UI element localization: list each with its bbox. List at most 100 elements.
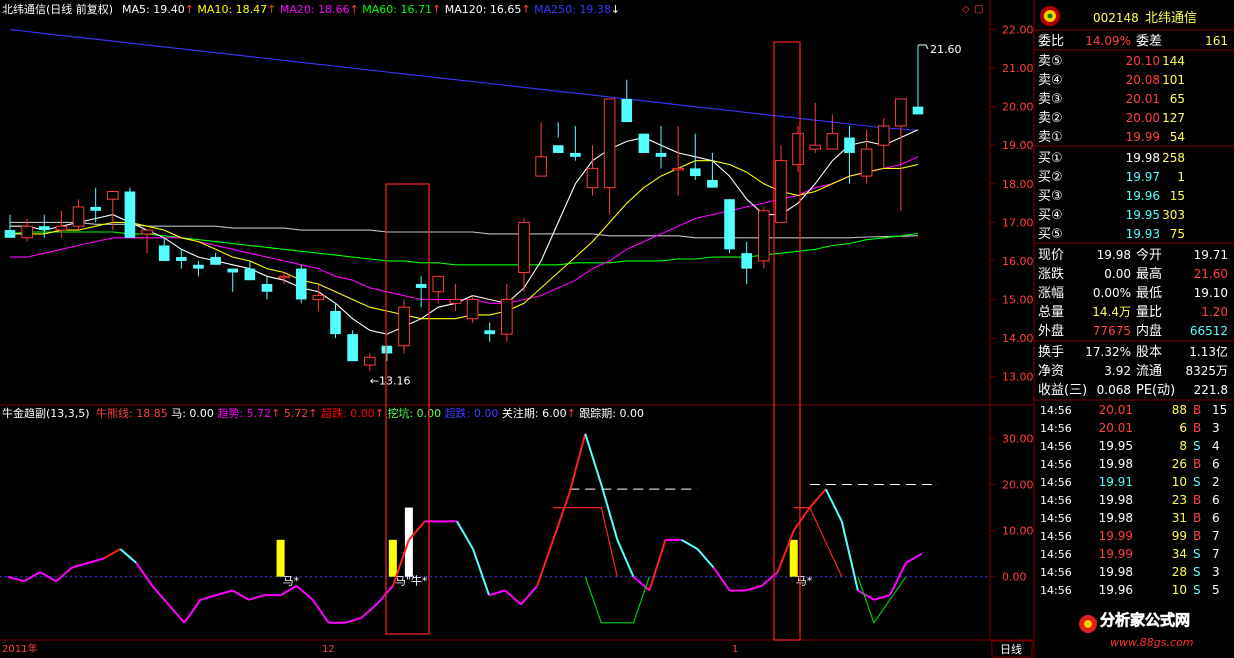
candle-body-up[interactable]: [775, 160, 787, 223]
weibi-value: 14.09%: [1085, 34, 1131, 48]
square-icon[interactable]: □: [974, 4, 983, 15]
candle-body-down[interactable]: [295, 268, 307, 300]
indicator-legend-item: 超跌: 0.00: [318, 406, 375, 420]
candle-body-up[interactable]: [21, 225, 33, 239]
candle-body-up[interactable]: [826, 133, 839, 150]
candle-body-up[interactable]: [106, 191, 119, 200]
candle-body-up[interactable]: [672, 167, 684, 171]
candle-body-up[interactable]: [278, 275, 290, 279]
tick-volume: 10: [1172, 475, 1187, 489]
candle-body-down[interactable]: [724, 199, 735, 250]
candle-body-down[interactable]: [484, 330, 496, 335]
tick-side: B: [1193, 421, 1201, 435]
x-label-month-1: 1: [732, 644, 738, 655]
stat-label: 股本: [1136, 345, 1162, 360]
candle-body-down[interactable]: [381, 345, 393, 354]
candle-body-down[interactable]: [415, 284, 427, 288]
indicator-tick-label: 0.00: [1002, 571, 1027, 584]
stat-label: 最低: [1136, 286, 1162, 301]
candle-body-up[interactable]: [518, 221, 530, 273]
candle-body-down[interactable]: [261, 284, 273, 292]
candle-body-down[interactable]: [707, 179, 718, 188]
candle-body-down[interactable]: [210, 257, 221, 265]
bid-price: 19.95: [1126, 208, 1160, 222]
candle-body-up[interactable]: [363, 356, 376, 366]
tick-count: 3: [1212, 565, 1220, 579]
legend-ma120: MA120: 16.65: [441, 3, 521, 16]
candle-body-down[interactable]: [570, 152, 581, 157]
tick-volume: 28: [1172, 565, 1187, 579]
candle-body-up[interactable]: [501, 298, 513, 335]
tick-time: 14:56: [1040, 458, 1072, 471]
candle-body-up[interactable]: [449, 298, 462, 304]
tick-count: 15: [1212, 403, 1227, 417]
candle-body-down[interactable]: [4, 230, 16, 238]
tick-price: 19.91: [1099, 475, 1133, 489]
legend-arrow: ↑: [271, 407, 280, 420]
weibi-label: 委比: [1038, 34, 1064, 49]
candle-body-down[interactable]: [38, 226, 50, 231]
price-tick-label: 20.00: [1002, 101, 1034, 114]
candle-body-up[interactable]: [141, 229, 153, 235]
stat-label: 现价: [1038, 248, 1064, 263]
indicator-legend-item: 牛熊线: 18.85: [96, 406, 168, 420]
candle-body-up[interactable]: [535, 156, 547, 177]
candle-body-down[interactable]: [158, 245, 170, 261]
candle-body-down[interactable]: [638, 133, 650, 153]
candle-body-down[interactable]: [330, 311, 341, 335]
candle-body-up[interactable]: [860, 148, 873, 177]
candle-body-down[interactable]: [193, 264, 204, 269]
candle-body-up[interactable]: [809, 144, 822, 150]
stat-value: 14.4万: [1092, 305, 1131, 319]
stat-value: 77675: [1093, 324, 1131, 338]
indicator-legend-item: 趋势: 5.72: [214, 407, 271, 420]
candle-body-down[interactable]: [552, 145, 564, 153]
candle-body-down[interactable]: [347, 334, 358, 362]
candle-body-down[interactable]: [227, 268, 239, 273]
candle-body-up[interactable]: [398, 306, 410, 347]
ask-volume: 144: [1162, 54, 1185, 68]
candle-body-up[interactable]: [603, 98, 616, 189]
candle-body-down[interactable]: [244, 268, 256, 281]
candle-body-up[interactable]: [758, 210, 770, 262]
weicha-value: 161: [1205, 34, 1228, 48]
tick-volume: 23: [1172, 493, 1187, 507]
legend-ma60: MA60: 16.71: [359, 3, 432, 16]
candle-body-down[interactable]: [176, 257, 187, 261]
candle-body-up[interactable]: [792, 133, 804, 166]
ask-volume: 101: [1162, 73, 1185, 87]
candle-body-up[interactable]: [877, 125, 890, 146]
tick-side: B: [1193, 529, 1201, 543]
stat-label: 总量: [1038, 305, 1064, 320]
stat-label: 收益(三): [1038, 383, 1087, 398]
tick-count: 4: [1212, 439, 1220, 453]
candle-body-down[interactable]: [844, 137, 855, 153]
candle-body-up[interactable]: [432, 275, 445, 293]
tick-volume: 99: [1172, 529, 1187, 543]
candle-body-down[interactable]: [912, 106, 924, 115]
ask-volume: 127: [1162, 111, 1185, 125]
candle-body-up[interactable]: [55, 225, 68, 231]
bid-volume: 1: [1177, 170, 1185, 184]
candle-body-up[interactable]: [586, 167, 599, 189]
candle-body-down[interactable]: [124, 191, 136, 238]
candle-body-down[interactable]: [655, 152, 667, 157]
candle-body-down[interactable]: [621, 98, 633, 123]
indicator-legend-item: 关注期: 6.00: [498, 406, 566, 420]
sub-chart-title: 牛金趋副(13,3,5): [2, 406, 90, 420]
candle-body-up[interactable]: [72, 206, 85, 227]
watermark-url: www.88gs.com: [1110, 636, 1193, 649]
candle-body-down[interactable]: [90, 206, 101, 211]
candle-body-up[interactable]: [312, 295, 325, 300]
period-label[interactable]: 日线: [1000, 642, 1022, 656]
diamond-icon[interactable]: ◇: [962, 4, 970, 15]
candle-body-down[interactable]: [741, 253, 752, 269]
stock-chart-window[interactable]: 北纬通信(日线 前复权) MA5: 19.40↑ MA10: 18.47↑ MA…: [0, 0, 1234, 658]
legend-arrow: ↑: [267, 3, 276, 16]
candle-body-down[interactable]: [689, 168, 701, 177]
signal-bar: [276, 539, 285, 577]
candle-body-up[interactable]: [466, 298, 479, 320]
indicator-legend-item: 挖坑: 0.00: [384, 406, 441, 420]
candle-body-up[interactable]: [895, 98, 907, 127]
tick-count: 5: [1212, 583, 1220, 597]
